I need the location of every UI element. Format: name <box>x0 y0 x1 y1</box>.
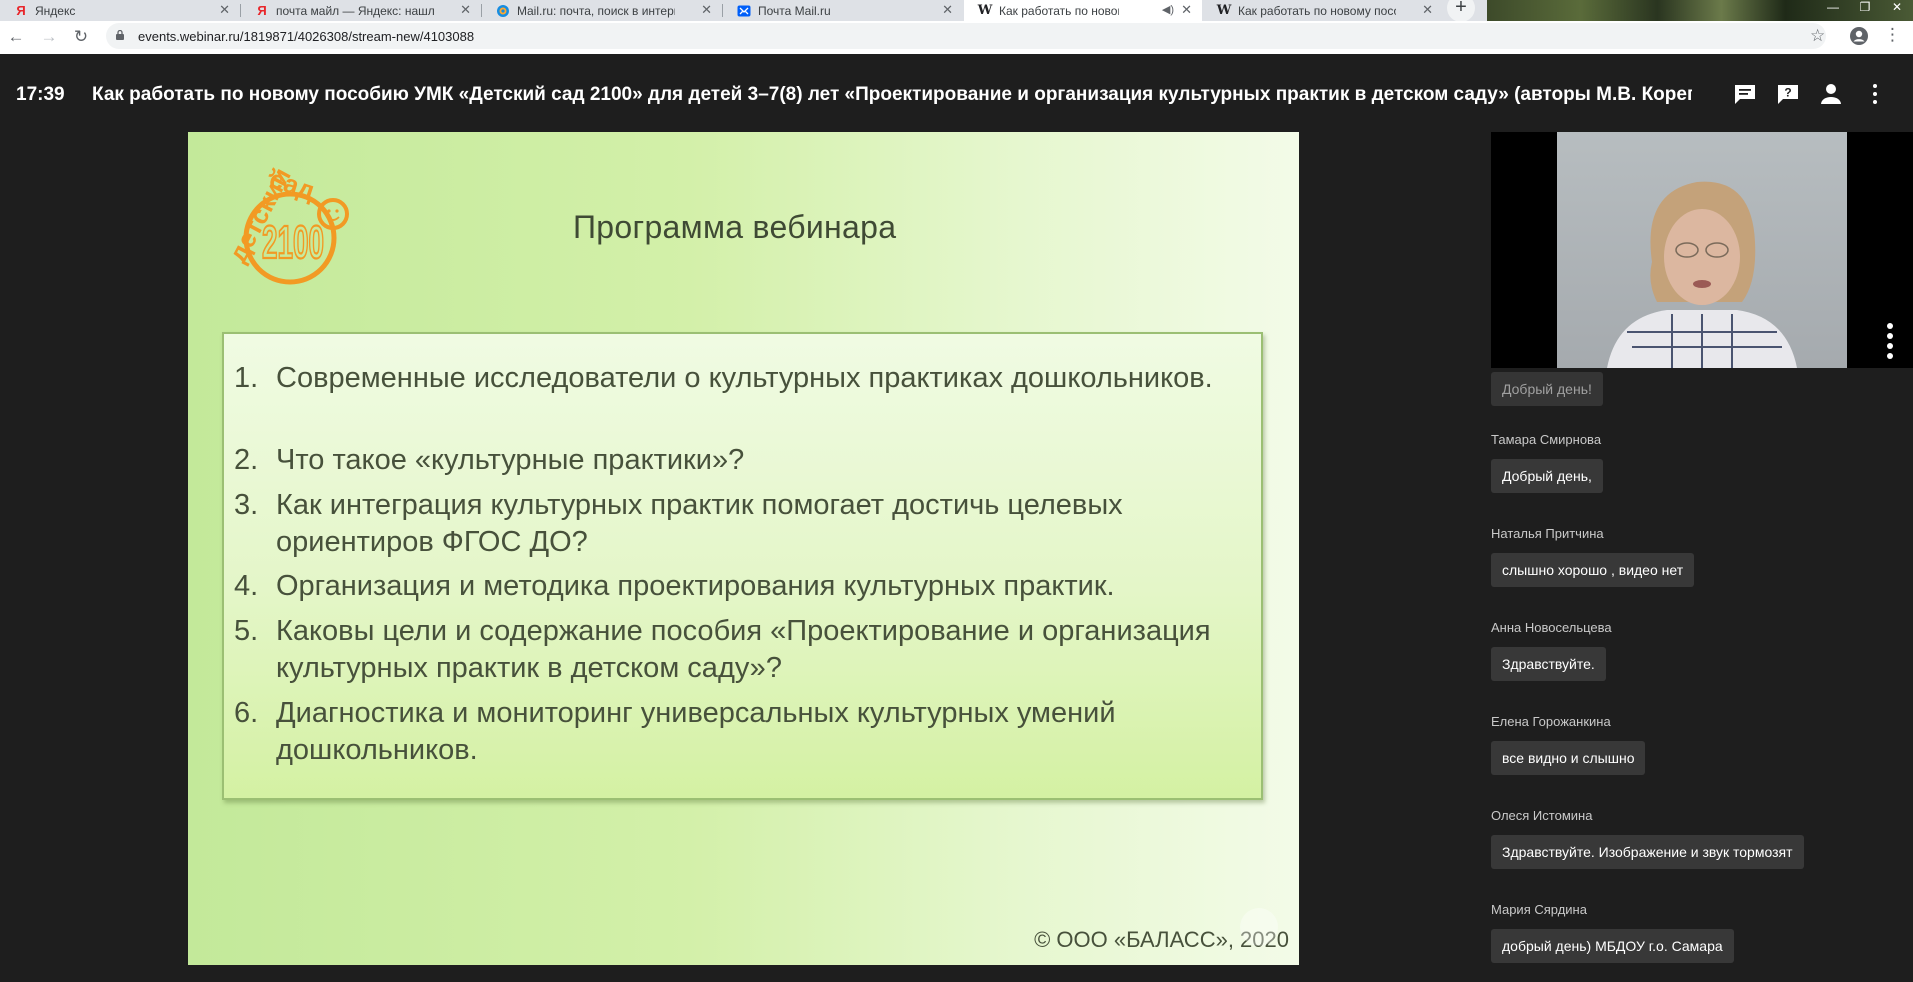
tab-title: Как работать по новому пособ <box>1238 3 1396 18</box>
window-close-icon[interactable]: ✕ <box>1881 0 1913 21</box>
more-options-icon[interactable] <box>1862 81 1888 107</box>
forward-arrow-icon[interactable]: → <box>38 26 60 48</box>
chat-message-text: добрый день) МБДОУ г.о. Самара <box>1491 929 1734 963</box>
event-time: 17:39 <box>16 84 65 105</box>
agenda-text: Что такое «культурные практики»? <box>276 444 745 476</box>
chat-message: Елена Горожанкина все видно и слышно <box>1491 714 1646 775</box>
yandex-icon: Я <box>16 3 26 18</box>
logo-number: 2100 <box>262 216 324 268</box>
tab-title: Яндекс <box>35 3 76 18</box>
chat-panel[interactable]: Добрый день! Тамара Смирнова Добрый день… <box>1491 372 1913 982</box>
agenda-number: 1. <box>234 362 259 394</box>
tab-yandex[interactable]: Я Яндекс ✕ <box>0 0 240 21</box>
svg-text:?: ? <box>1784 86 1791 100</box>
chat-author: Анна Новосельцева <box>1491 620 1612 635</box>
account-icon[interactable] <box>1849 26 1869 46</box>
chat-message-text: все видно и слышно <box>1491 741 1646 775</box>
mail-envelope-icon <box>737 4 751 18</box>
chat-message: Олеся Истомина Здравствуйте. Изображение… <box>1491 808 1804 869</box>
chat-author: Елена Горожанкина <box>1491 714 1611 729</box>
tab-title: Mail.ru: почта, поиск в интернет <box>517 3 675 18</box>
address-bar[interactable]: events.webinar.ru/1819871/4026308/stream… <box>106 23 1826 49</box>
bookmark-star-icon[interactable]: ☆ <box>1810 26 1825 46</box>
webinar-w-icon: W <box>977 3 993 18</box>
close-icon[interactable]: ✕ <box>460 2 471 18</box>
participants-icon[interactable] <box>1818 81 1844 107</box>
chat-message: Наталья Притчина слышно хорошо , видео н… <box>1491 526 1695 587</box>
agenda-text: Диагностика и мониторинг универсальных к… <box>276 697 1116 766</box>
agenda-text: Как интеграция культурных практик помога… <box>276 489 1123 558</box>
agenda-number: 6. <box>234 697 259 729</box>
new-tab-button[interactable]: + <box>1447 0 1475 22</box>
agenda-number: 2. <box>234 444 259 476</box>
chat-author: Мария Сярдина <box>1491 902 1587 917</box>
close-icon[interactable]: ✕ <box>1422 2 1433 18</box>
chat-author: Олеся Истомина <box>1491 808 1593 823</box>
close-icon[interactable]: ✕ <box>1181 2 1192 18</box>
tab-yandex-search[interactable]: Я почта майл — Яндекс: нашлось ✕ <box>241 0 481 21</box>
presenter-silhouette <box>1607 181 1797 368</box>
speaker-muted-icon[interactable]: ◀) <box>1162 3 1174 16</box>
tab-title: Почта Mail.ru <box>758 3 831 18</box>
close-icon[interactable]: ✕ <box>701 2 712 18</box>
browser-menu-icon[interactable]: ⋮ <box>1884 25 1901 45</box>
slide-title: Программа вебинара <box>573 209 897 245</box>
restore-icon[interactable]: ❐ <box>1849 0 1881 21</box>
chat-message-text: Здравствуйте. Изображение и звук тормозя… <box>1491 835 1804 869</box>
webinar-w-icon: W <box>1216 3 1232 18</box>
close-icon[interactable]: ✕ <box>219 2 230 18</box>
mailru-icon <box>496 4 510 18</box>
agenda-box: 1. Современные исследователи о культурны… <box>222 332 1263 800</box>
chat-message-text: Добрый день, <box>1491 459 1603 493</box>
video-more-icon[interactable] <box>1886 322 1894 362</box>
back-arrow-icon[interactable]: ← <box>5 26 27 48</box>
chat-message-text: Добрый день! <box>1491 372 1603 406</box>
browser-toolbar: ← → ↻ events.webinar.ru/1819871/4026308/… <box>0 21 1913 54</box>
agenda-number: 3. <box>234 489 259 521</box>
agenda-number: 4. <box>234 570 259 602</box>
url-text: events.webinar.ru/1819871/4026308/stream… <box>138 29 475 44</box>
tab-mail[interactable]: Почта Mail.ru ✕ <box>723 0 963 21</box>
chat-message: Анна Новосельцева Здравствуйте. <box>1491 620 1612 681</box>
tab-webinar[interactable]: W Как работать по новому пособ ✕ <box>1203 0 1443 21</box>
tab-title: Как работать по новому пособ <box>999 3 1119 18</box>
chat-icon[interactable] <box>1732 81 1758 107</box>
question-icon[interactable]: ? <box>1775 81 1801 107</box>
agenda-text: Современные исследователи о культурных п… <box>276 362 1213 394</box>
lock-icon <box>116 30 124 40</box>
presenter-video-frame <box>1557 132 1847 368</box>
browser-tab-strip: Я Яндекс ✕ Я почта майл — Яндекс: нашлос… <box>0 0 1913 22</box>
kindergarten-2100-logo: детский сад 2100 <box>222 163 349 285</box>
chat-message: Тамара Смирнова Добрый день, <box>1491 432 1603 493</box>
tab-mailru[interactable]: Mail.ru: почта, поиск в интернет ✕ <box>482 0 722 21</box>
chat-message-text: слышно хорошо , видео нет <box>1491 553 1695 587</box>
slide-fullscreen-button[interactable] <box>1240 908 1278 946</box>
chat-message: Мария Сярдина добрый день) МБДОУ г.о. Са… <box>1491 902 1734 963</box>
presentation-slide: детский сад 2100 Программа вебинара 1. С… <box>188 132 1299 965</box>
webinar-header: 17:39 Как работать по новому пособию УМК… <box>0 54 1913 128</box>
chat-author: Наталья Притчина <box>1491 526 1604 541</box>
tab-title: почта майл — Яндекс: нашлось <box>276 3 434 18</box>
window-controls: — ❐ ✕ <box>1817 0 1913 21</box>
reload-icon[interactable]: ↻ <box>70 26 92 48</box>
chat-message: Добрый день! <box>1491 372 1603 406</box>
yandex-icon: Я <box>257 3 267 18</box>
agenda-text: Организация и методика проектирования ку… <box>276 570 1115 602</box>
minimize-icon[interactable]: — <box>1817 0 1849 21</box>
close-icon[interactable]: ✕ <box>942 2 953 18</box>
tab-webinar-active[interactable]: W Как работать по новому пособ ◀) ✕ <box>964 0 1202 21</box>
chat-message-text: Здравствуйте. <box>1491 647 1606 681</box>
presenter-video[interactable] <box>1491 132 1913 368</box>
chat-author: Тамара Смирнова <box>1491 432 1602 447</box>
event-title: Как работать по новому пособию УМК «Детс… <box>92 84 1692 105</box>
agenda-text: Каковы цели и содержание пособия «Проект… <box>276 615 1211 684</box>
agenda-number: 5. <box>234 615 259 647</box>
